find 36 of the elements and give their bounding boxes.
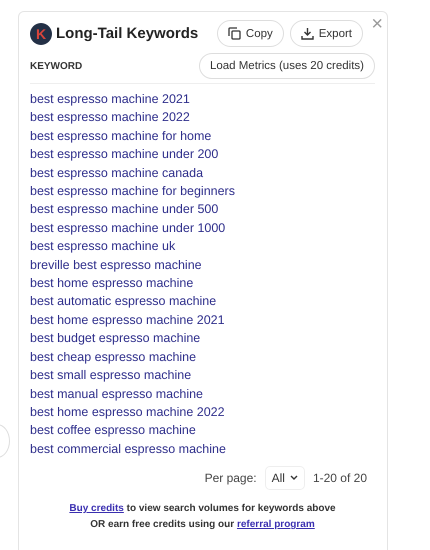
per-page-select[interactable]: All [264,466,305,490]
keyword-link[interactable]: best automatic espresso machine [30,292,375,311]
keyword-link[interactable]: best manual espresso machine [30,384,375,403]
keyword-link[interactable]: best coffee espresso machine [30,421,375,440]
credits-note: Buy credits to view search volumes for keywords above [68,502,337,516]
panel-title: Long-Tail Keywords [56,25,198,42]
keyword-link[interactable]: best espresso machine under 500 [30,200,375,219]
keyword-link[interactable]: best espresso machine uk [30,237,375,256]
caret-icon [290,475,298,482]
export-button[interactable]: Export [290,20,363,47]
download-icon [300,27,314,40]
keyword-link[interactable]: best espresso machine under 1000 [30,218,375,238]
keyword-link[interactable]: best espresso machine 2021 [30,90,375,108]
keyword-link[interactable]: best espresso machine canada [30,164,375,182]
copy-button[interactable]: Copy [216,20,284,47]
keyword-link[interactable]: best small espresso machine [30,366,375,384]
keyword-link[interactable]: best cheap espresso machine [30,348,375,366]
referral-note: OR earn free credits using our referral program [89,518,316,532]
column-header: KEYWORD [30,60,82,72]
buy-credits-link[interactable]: Buy credits [69,503,124,514]
keyword-link[interactable]: best espresso machine for beginners [30,182,375,200]
load-metrics-button[interactable]: Load Metrics (uses 20 credits) [198,53,375,79]
referral-link[interactable]: referral program [236,519,315,530]
per-page-label: Per page: [204,471,257,486]
copy-icon [228,27,241,40]
keyword-link[interactable]: best espresso machine under 200 [30,145,375,164]
page-range: 1-20 of 20 [312,471,367,486]
keyword-link[interactable]: breville best espresso machine [30,256,375,274]
keyword-link[interactable]: best home espresso machine 2022 [30,402,375,422]
logo: K [30,22,52,44]
keyword-link[interactable]: best espresso machine 2022 [30,108,375,127]
keyword-link[interactable]: best home espresso machine [30,274,375,292]
keyword-link[interactable]: best commercial espresso machine [30,440,375,458]
keyword-link[interactable]: best home espresso machine 2021 [30,310,375,330]
keyword-link[interactable]: best budget espresso machine [30,329,375,348]
keyword-link[interactable]: best espresso machine for home [30,126,375,146]
